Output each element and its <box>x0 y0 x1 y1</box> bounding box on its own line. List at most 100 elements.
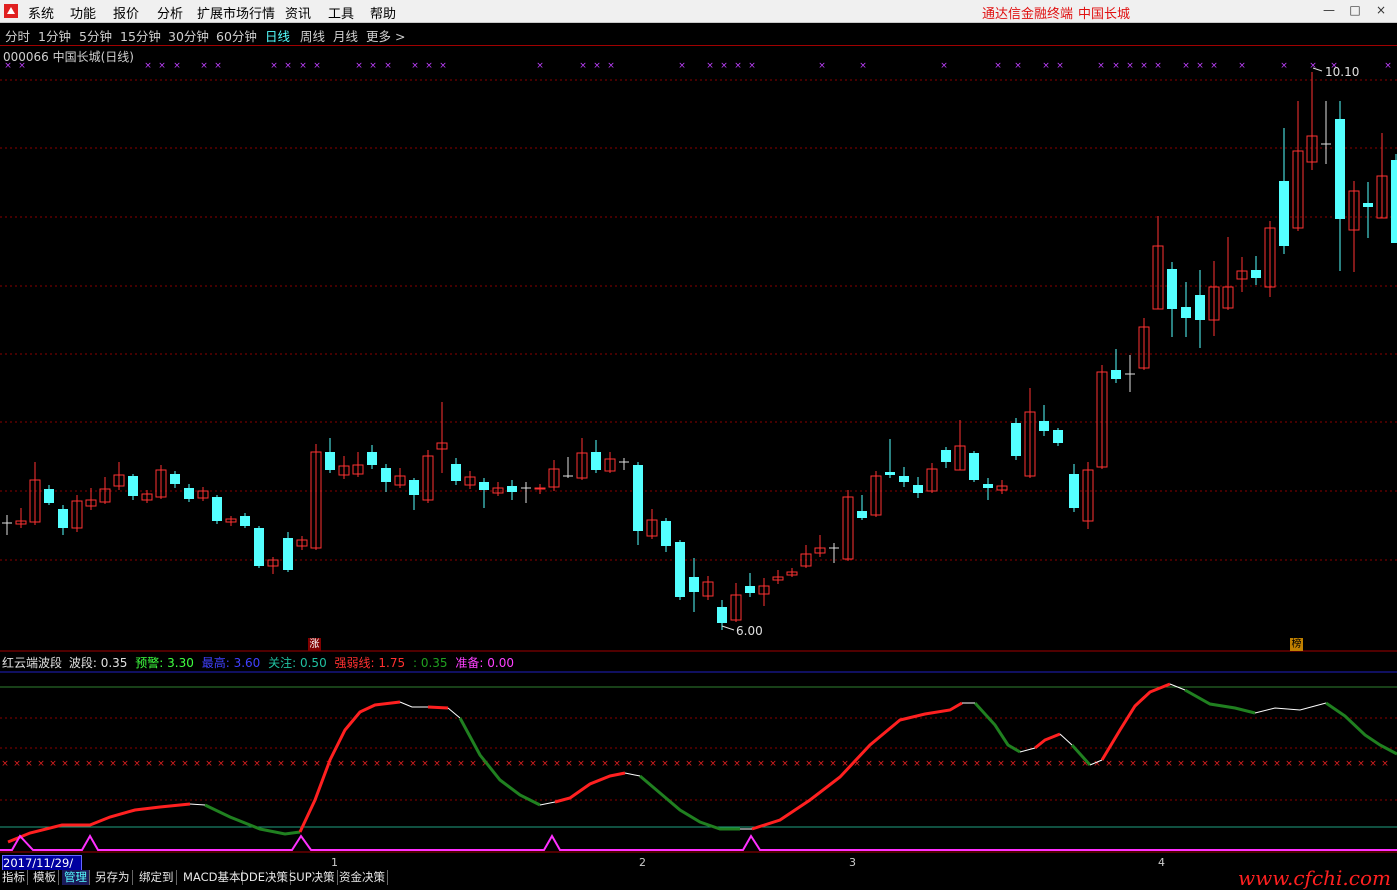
strong-line-marker: × <box>709 759 717 769</box>
candle-body <box>170 474 180 484</box>
strong-line-marker: × <box>169 759 177 769</box>
tab-bind-to[interactable]: 绑定到 <box>137 870 177 885</box>
strong-line-marker: × <box>877 759 885 769</box>
wave-fall-7 <box>1325 701 1397 756</box>
signal-marker: × <box>579 61 587 71</box>
strong-value: 1.75 <box>378 656 406 670</box>
signal-marker: × <box>536 61 544 71</box>
tab-sup[interactable]: SUP决策 <box>287 870 338 885</box>
signal-marker: × <box>940 61 948 71</box>
strong-line-marker: × <box>1213 759 1221 769</box>
strong-line-marker: × <box>421 759 429 769</box>
signal-marker: × <box>200 61 208 71</box>
wave-turn-4 <box>624 772 641 777</box>
strong-line-marker: × <box>517 759 525 769</box>
top-label: 最高: <box>201 656 230 670</box>
strong-line-marker: × <box>1 759 9 769</box>
tab-dde[interactable]: DDE决策 <box>238 870 291 885</box>
strong-line-marker: × <box>601 759 609 769</box>
strong-line-marker: × <box>265 759 273 769</box>
strong-line-marker: × <box>85 759 93 769</box>
candle-body <box>1363 203 1373 207</box>
ready-line <box>0 833 1397 851</box>
strong-line-marker: × <box>205 759 213 769</box>
strong-line-marker: × <box>217 759 225 769</box>
ready-label: 准备: <box>455 656 484 670</box>
indicator-name[interactable]: 红云端波段 <box>2 656 62 670</box>
top-value: 3.60 <box>233 656 261 670</box>
strong-line-marker: × <box>1249 759 1257 769</box>
tab-template[interactable]: 模板 <box>31 870 59 885</box>
signal-marker: × <box>994 61 1002 71</box>
signal-marker: × <box>284 61 292 71</box>
strong-line-marker: × <box>1165 759 1173 769</box>
signal-marker: × <box>299 61 307 71</box>
strong-line-marker: × <box>757 759 765 769</box>
signal-marker: × <box>678 61 686 71</box>
signal-marker: × <box>1384 61 1392 71</box>
wave-turn-1 <box>189 803 206 806</box>
signal-marker: × <box>18 61 26 71</box>
signal-marker: × <box>1140 61 1148 71</box>
strong-line-marker: × <box>301 759 309 769</box>
signal-marker: × <box>439 61 447 71</box>
wave-fall-3 <box>639 774 740 831</box>
strong-line-marker: × <box>445 759 453 769</box>
tab-save-as[interactable]: 另存为 <box>93 870 133 885</box>
signal-marker: × <box>1097 61 1105 71</box>
tab-funds[interactable]: 资金决策 <box>337 870 388 885</box>
signal-marker: × <box>1154 61 1162 71</box>
strong-line-marker: × <box>697 759 705 769</box>
wave-value: 0.35 <box>100 656 128 670</box>
strong-line-marker: × <box>1177 759 1185 769</box>
candle-body <box>367 452 377 465</box>
wave-rise-2b <box>427 705 449 710</box>
signal-marker: × <box>720 61 728 71</box>
signal-marker: × <box>144 61 152 71</box>
watermark: www.cfchi.com <box>1238 866 1391 890</box>
strong-line-marker: × <box>589 759 597 769</box>
signal-marker: × <box>1042 61 1050 71</box>
month-4: 4 <box>1158 856 1165 869</box>
strong-line-marker: × <box>889 759 897 769</box>
candle-body <box>44 489 54 503</box>
candle-body <box>409 480 419 495</box>
strong-line-marker: × <box>553 759 561 769</box>
signal-marker: × <box>173 61 181 71</box>
strong-line-marker: × <box>457 759 465 769</box>
tab-indicator[interactable]: 指标 <box>0 870 28 885</box>
zhang-badge[interactable]: 涨 <box>308 638 321 651</box>
signal-marker: × <box>1238 61 1246 71</box>
strong-line-marker: × <box>673 759 681 769</box>
strong-line-marker: × <box>1009 759 1017 769</box>
candle-body <box>899 476 909 482</box>
strong-line-marker: × <box>1153 759 1161 769</box>
bang-badge[interactable]: 榜 <box>1290 638 1303 651</box>
strong-line-marker: × <box>469 759 477 769</box>
wave-fall-4 <box>973 701 1021 754</box>
strong-line-marker: × <box>685 759 693 769</box>
extra-value: 0.35 <box>420 656 448 670</box>
strong-line-marker: × <box>1321 759 1329 769</box>
wave-flat <box>1254 702 1327 714</box>
strong-line-marker: × <box>133 759 141 769</box>
strong-line-marker: × <box>949 759 957 769</box>
wave-rise-5 <box>1034 732 1061 750</box>
candle-body <box>913 485 923 493</box>
candle-body <box>240 516 250 526</box>
candle-body <box>661 521 671 546</box>
candle-body <box>254 528 264 566</box>
wave-turn-2b <box>447 707 461 719</box>
wave-rise-3 <box>554 771 626 804</box>
strong-line-marker: × <box>625 759 633 769</box>
tab-macd[interactable]: MACD基本 <box>181 870 244 885</box>
signal-marker: × <box>411 61 419 71</box>
strong-line-marker: × <box>373 759 381 769</box>
strong-line-marker: × <box>61 759 69 769</box>
strong-line-marker: × <box>397 759 405 769</box>
strong-line-marker: × <box>49 759 57 769</box>
candle-body <box>1167 269 1177 309</box>
tab-manage[interactable]: 管理 <box>62 870 90 885</box>
candle-body <box>941 450 951 462</box>
main-chart[interactable]: × × × × × × × × × × × × × × × × × × × × × × × × × × × × × × × × × × × × × × × ×… <box>0 0 1397 885</box>
